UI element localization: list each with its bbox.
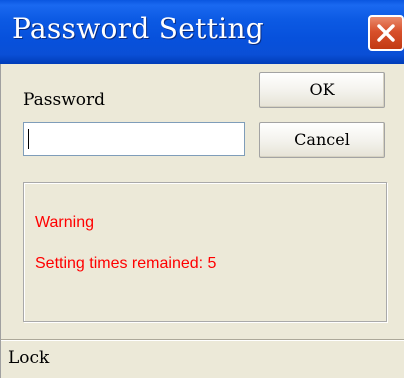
- warning-group: Warning Setting times remained: 5: [23, 182, 387, 322]
- ok-button[interactable]: OK: [259, 72, 385, 108]
- remaining-attempts-text: Setting times remained: 5: [35, 255, 217, 272]
- status-separator: [1, 339, 404, 341]
- close-icon: [377, 24, 395, 42]
- text-caret: [28, 129, 29, 149]
- close-button[interactable]: [368, 15, 404, 51]
- warning-title: Warning: [35, 214, 94, 231]
- cancel-button[interactable]: Cancel: [259, 122, 385, 158]
- password-setting-dialog: Password Setting Password OK Cancel Warn…: [0, 0, 404, 378]
- status-bar-text: Lock: [8, 348, 50, 368]
- dialog-title: Password Setting: [12, 12, 265, 45]
- dialog-body: Password OK Cancel Warning Setting times…: [0, 64, 404, 378]
- password-label: Password: [23, 90, 106, 110]
- title-bar[interactable]: Password Setting: [0, 0, 404, 64]
- password-input[interactable]: [23, 122, 245, 156]
